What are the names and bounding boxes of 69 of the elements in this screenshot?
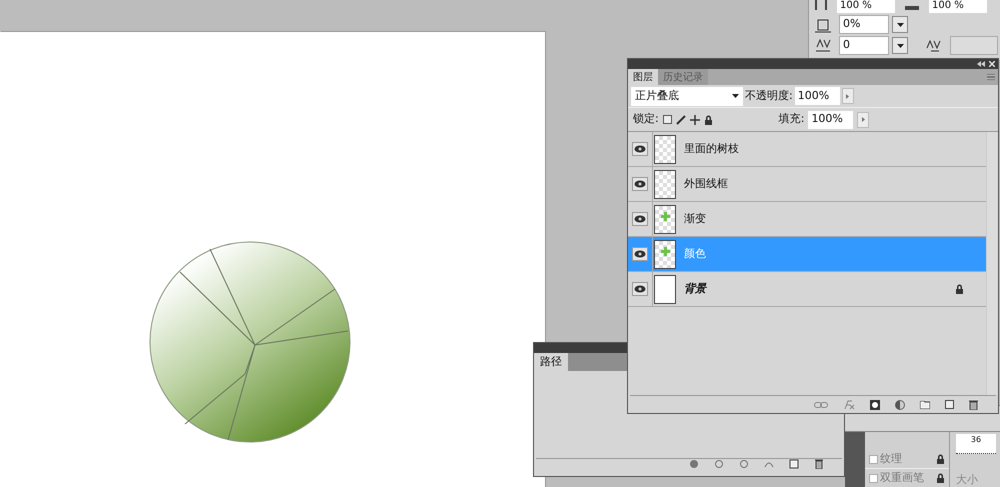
number-field[interactable]: 100 % xyxy=(929,0,987,13)
layer-thumbnail xyxy=(654,274,676,304)
blend-mode-dropdown[interactable]: 正片叠底 xyxy=(631,86,743,106)
opacity-label: 不透明度: xyxy=(745,88,793,104)
eye-icon xyxy=(634,145,646,153)
opacity-field[interactable]: 100% xyxy=(794,87,840,105)
arrow-button[interactable] xyxy=(842,88,854,104)
layer-row[interactable]: 里面的树枝 xyxy=(628,132,986,167)
number-field[interactable]: 0 xyxy=(839,36,889,55)
size-label: 大小 xyxy=(956,472,979,487)
number-field[interactable]: 0% xyxy=(839,15,889,34)
caret-icon xyxy=(732,94,739,98)
kerning-icon xyxy=(926,38,942,54)
arrow-icon xyxy=(862,117,865,122)
mask-icon[interactable] xyxy=(870,400,880,410)
layer-name: 里面的树枝 xyxy=(684,140,739,157)
layer-name: 渐变 xyxy=(684,210,706,227)
arrow-icon xyxy=(846,94,850,98)
scale-icon xyxy=(815,0,827,10)
panel-tab[interactable]: 图层 xyxy=(628,69,658,85)
fill-field[interactable]: 100% xyxy=(808,110,854,128)
trash-icon[interactable] xyxy=(969,400,978,410)
lock-icon xyxy=(955,284,964,294)
layer-name: 外围线框 xyxy=(684,176,728,192)
lock-icon xyxy=(936,454,945,464)
visibility-toggle[interactable] xyxy=(632,212,648,226)
eye-icon xyxy=(634,180,646,188)
scrollbar[interactable] xyxy=(986,132,998,395)
plus-icon xyxy=(661,212,670,220)
eye-icon xyxy=(634,285,646,293)
move-icon[interactable] xyxy=(690,114,700,124)
number-field[interactable]: 100 % xyxy=(837,0,895,13)
menu-icon[interactable] xyxy=(987,74,995,80)
checkbox[interactable] xyxy=(869,474,878,482)
fill-label: 填充: xyxy=(778,111,804,128)
tracking-icon xyxy=(815,38,831,52)
trash-icon[interactable] xyxy=(814,459,824,469)
kerning-field[interactable] xyxy=(950,36,998,55)
brush-preview: 36 xyxy=(956,434,996,454)
visibility-toggle[interactable] xyxy=(632,177,648,191)
dropdown-button[interactable] xyxy=(892,37,908,54)
lock-transparency-icon[interactable] xyxy=(662,115,672,124)
adjustment-icon[interactable] xyxy=(895,400,905,410)
dropdown-button[interactable] xyxy=(892,16,908,33)
caret-icon xyxy=(896,22,904,26)
panel-tab[interactable]: 路径 xyxy=(534,353,568,371)
caret-icon xyxy=(896,44,904,48)
layer-row[interactable]: 背景 xyxy=(628,272,986,307)
new-path-icon[interactable] xyxy=(789,459,799,469)
visibility-toggle[interactable] xyxy=(632,282,648,296)
arrow-button[interactable] xyxy=(857,112,870,128)
checkbox[interactable] xyxy=(869,454,878,464)
layer-thumbnail xyxy=(654,170,676,198)
brush-icon[interactable] xyxy=(676,114,686,124)
lock-icon xyxy=(936,473,945,483)
eye-icon xyxy=(634,215,646,223)
new-layer-icon[interactable] xyxy=(945,400,954,409)
close-icon[interactable] xyxy=(989,61,995,67)
lock-icon xyxy=(704,114,713,124)
plus-icon xyxy=(661,246,670,256)
layer-name: 颜色 xyxy=(684,246,706,262)
layer-thumbnail xyxy=(654,134,676,164)
lock-label: 锁定: xyxy=(633,111,659,128)
visibility-toggle[interactable] xyxy=(632,247,648,261)
visibility-toggle[interactable] xyxy=(632,142,648,156)
layer-row[interactable]: 外围线框 xyxy=(628,167,986,202)
layer-name: 背景 xyxy=(684,280,706,297)
spacing-icon xyxy=(815,16,831,32)
eye-icon xyxy=(634,250,646,258)
